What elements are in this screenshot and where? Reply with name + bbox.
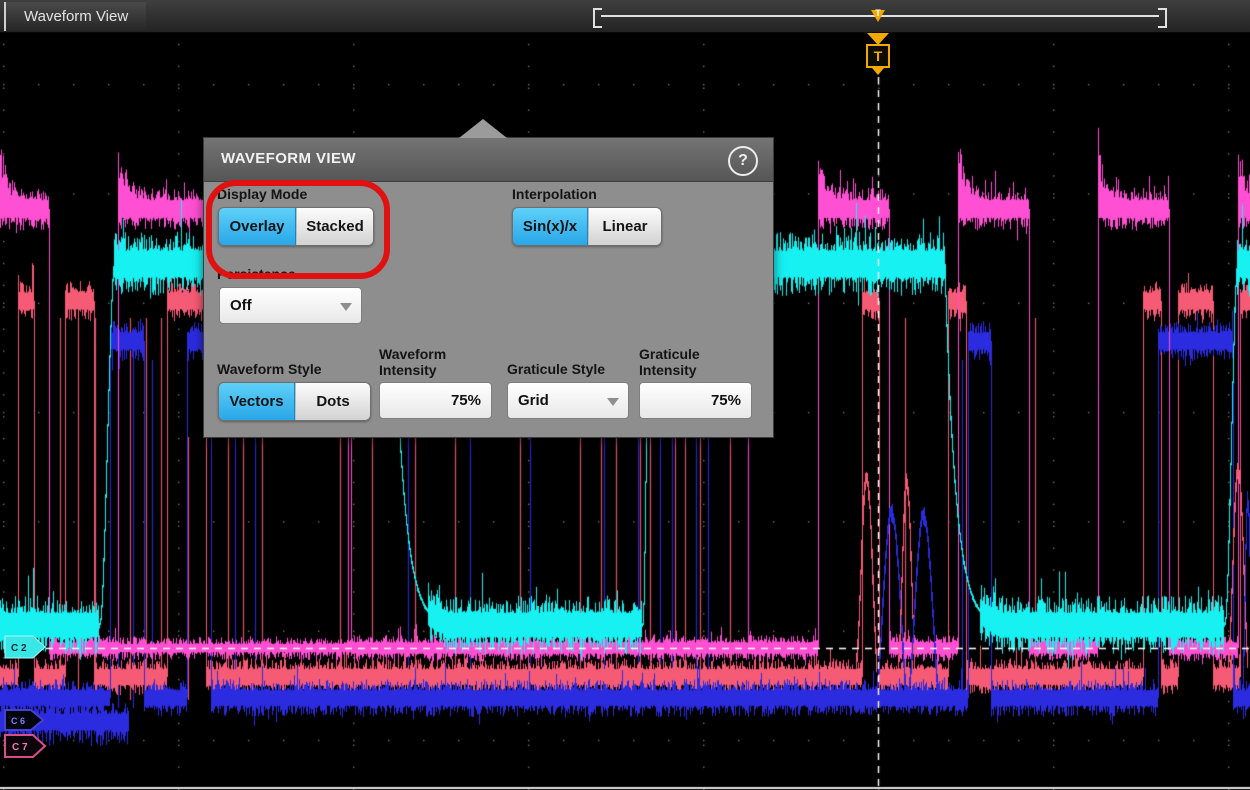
trigger-bar-marker[interactable]: T [871,8,885,24]
display-mode-overlay-button[interactable]: Overlay [219,208,296,245]
dialog-header[interactable]: WAVEFORM VIEW ? [204,138,773,182]
bar-left-bracket [593,8,602,28]
c6-badge-label: C 6 [11,716,25,726]
waveform-style-vectors-button[interactable]: Vectors [219,383,295,420]
bar-right-bracket [1158,8,1167,28]
graticule-style-value: Grid [518,392,549,409]
trigger-t-badge: T [866,44,890,68]
persistence-label: Persistence [217,266,296,282]
waveform-style-dots-button[interactable]: Dots [295,383,370,420]
c7-badge-label: C 7 [12,742,28,753]
help-icon[interactable]: ? [728,146,758,176]
channel-badge-c7[interactable]: C 7 [4,733,48,759]
display-mode-label: Display Mode [217,186,307,202]
display-mode-toggle: Overlay Stacked [218,207,374,246]
waveform-intensity-label-2: Intensity [379,362,437,378]
graticule-style-label: Graticule Style [507,361,605,377]
waveform-intensity-label-1: Waveform [379,346,446,362]
graticule-intensity-field[interactable]: 75% [639,382,752,419]
waveform-style-toggle: Vectors Dots [218,382,371,421]
interpolation-toggle: Sin(x)/x Linear [512,207,662,246]
persistence-value: Off [230,297,252,314]
horizontal-position-bar[interactable]: T [593,8,1167,24]
dialog-caret-icon [459,119,507,138]
interpolation-sinx-button[interactable]: Sin(x)/x [513,208,588,245]
waveform-view-dialog: WAVEFORM VIEW ? Display Mode Overlay Sta… [203,137,774,438]
interpolation-linear-button[interactable]: Linear [588,208,661,245]
display-mode-stacked-button[interactable]: Stacked [296,208,373,245]
c2-badge-label: C 2 [11,643,27,654]
dialog-title: WAVEFORM VIEW [221,150,356,167]
waveform-intensity-field[interactable]: 75% [379,382,492,419]
graticule-intensity-label-1: Graticule [639,346,700,362]
persistence-dropdown[interactable]: Off [219,287,362,324]
trigger-bar-t-label: T [871,8,885,19]
trigger-badge-notch [872,68,884,75]
graticule-intensity-label-2: Intensity [639,362,697,378]
trigger-position-flag[interactable]: T [866,32,892,76]
graticule-style-dropdown[interactable]: Grid [507,382,629,419]
waveform-style-label: Waveform Style [217,361,322,377]
channel-badge-c6[interactable]: C 6 [4,708,46,732]
top-bar: Waveform View T [0,0,1250,33]
channel-badge-c2[interactable]: C 2 [4,634,48,660]
view-tab[interactable]: Waveform View [4,2,146,31]
view-tab-label: Waveform View [24,8,128,25]
interpolation-label: Interpolation [512,186,597,202]
graticule-style-dropdown-arrow-icon [607,398,619,406]
persistence-dropdown-arrow-icon [340,303,352,311]
